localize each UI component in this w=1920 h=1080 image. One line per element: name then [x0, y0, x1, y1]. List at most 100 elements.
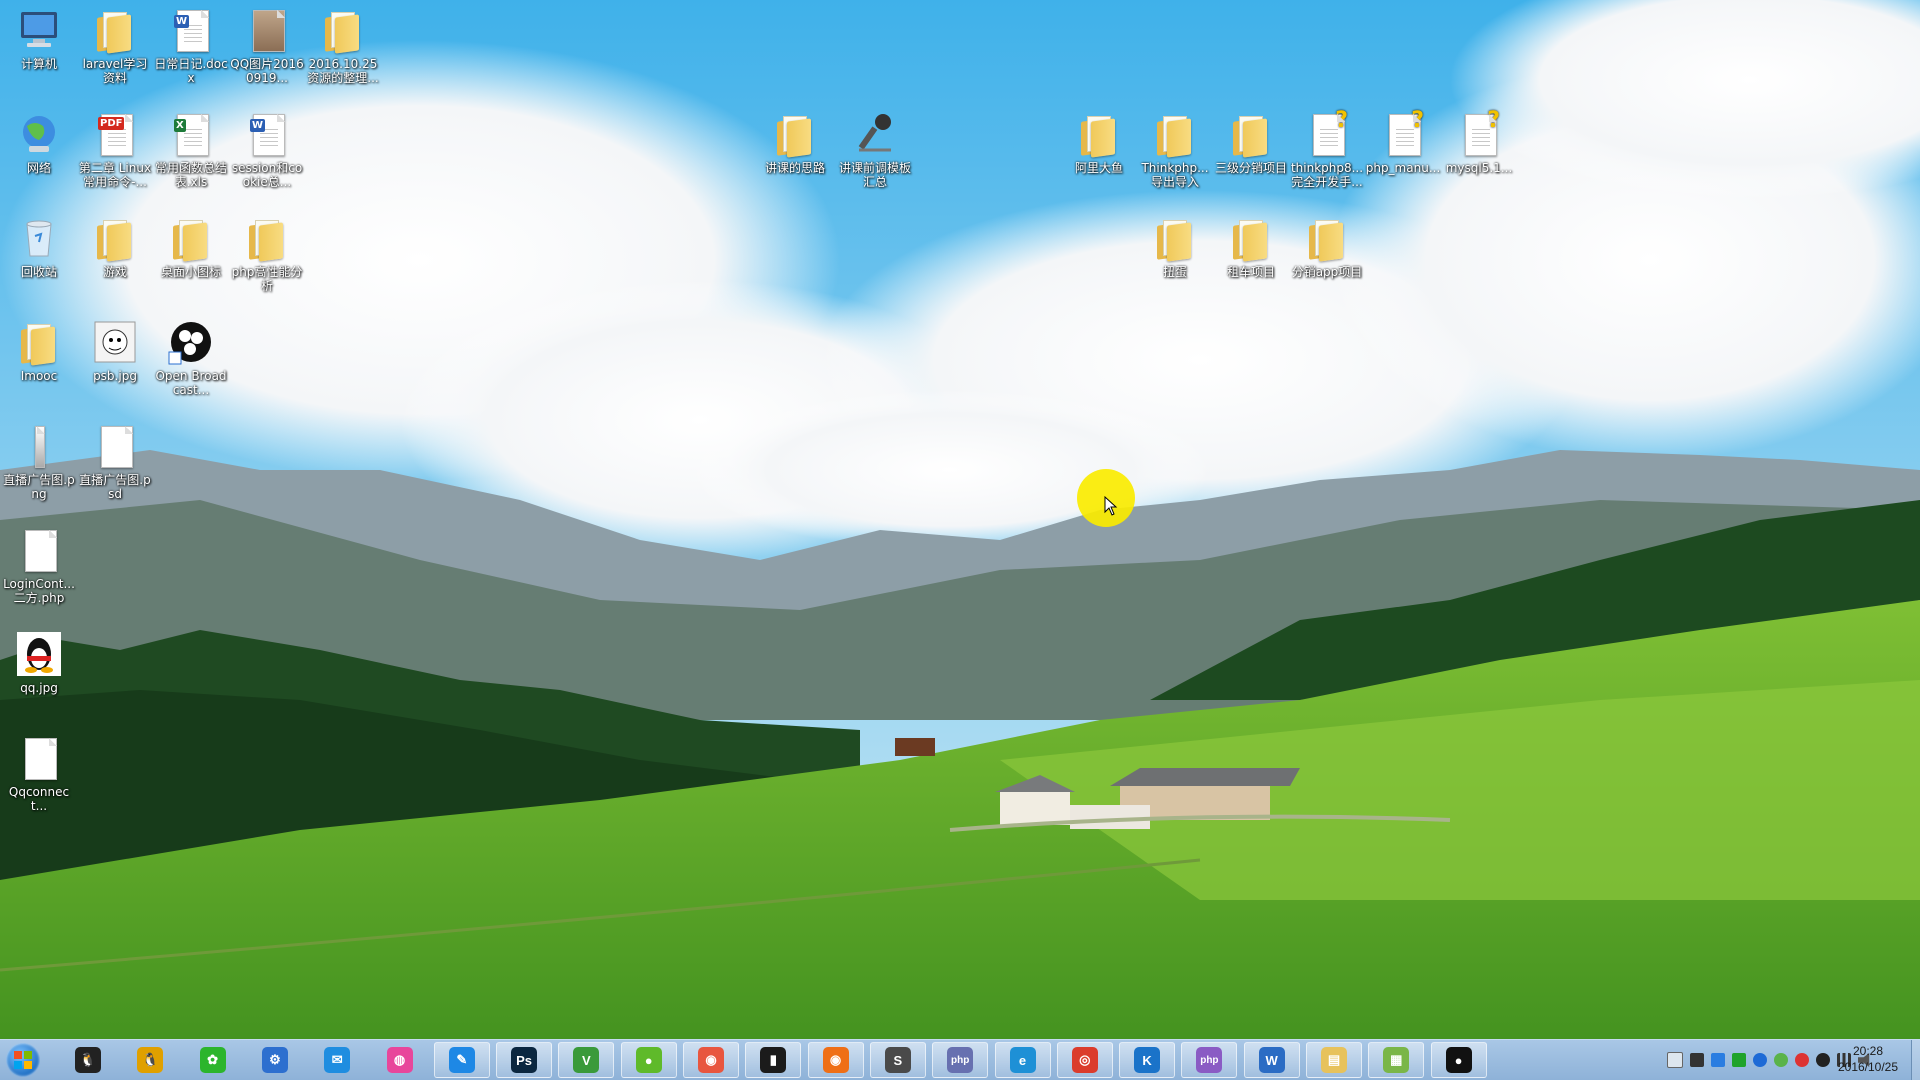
- icon-glyph: [1151, 214, 1199, 262]
- desktop-icon-label: 2016.10.25 资源的整理...: [307, 57, 379, 85]
- desktop-icon-folder[interactable]: 三级分销项目: [1213, 110, 1289, 175]
- icon-glyph: PDF: [91, 110, 139, 158]
- taskbar-obs-button[interactable]: ●: [1430, 1042, 1487, 1078]
- taskbar-browser-green-button[interactable]: ●: [620, 1042, 677, 1078]
- desktop-icon-label: 回收站: [20, 265, 57, 279]
- tray-green-icon[interactable]: [1732, 1053, 1746, 1067]
- start-button[interactable]: [6, 1043, 40, 1077]
- folder-icon: [1309, 220, 1345, 262]
- desktop-icon-blank[interactable]: 直播广告图.psd: [77, 422, 153, 501]
- phpstorm-icon: php: [1196, 1047, 1223, 1073]
- desktop-icon-excel[interactable]: X 常用函数总结表.xls: [153, 110, 229, 189]
- desktop-icon-folder[interactable]: 2016.10.25 资源的整理...: [305, 6, 381, 85]
- taskbar-sublime-button[interactable]: S: [869, 1042, 926, 1078]
- desktop-icon-label: laravel学习资料: [82, 57, 148, 85]
- desktop-icon-label: qq.jpg: [20, 681, 58, 695]
- icon-glyph: [15, 110, 63, 158]
- taskbar-wechat-button[interactable]: ✿: [185, 1042, 241, 1078]
- desktop-icon-help[interactable]: ? thinkphp8...完全开发手...: [1289, 108, 1365, 189]
- taskbar-php-tool-button[interactable]: php: [932, 1042, 989, 1078]
- help-file-icon: ?: [1313, 108, 1348, 156]
- desktop-icon-folder[interactable]: 游戏: [77, 214, 153, 279]
- obs-icon: [168, 322, 211, 365]
- taskbar-media-button[interactable]: ◍: [372, 1042, 428, 1078]
- desktop-icon-label: 分销app项目: [1291, 265, 1363, 279]
- mouse-cursor-icon: [1104, 496, 1118, 516]
- taskbar-terminal-button[interactable]: ▮: [745, 1042, 802, 1078]
- desktop-icon-folder[interactable]: php高性能分析: [229, 214, 305, 293]
- qq-tray-icon[interactable]: [1795, 1053, 1809, 1067]
- desktop-icon-blank[interactable]: LoginCont...二方.php: [1, 526, 77, 605]
- desktop-icon-label: QQ图片20160919...: [230, 57, 304, 85]
- desktop-icon-folder[interactable]: 租车项目: [1213, 214, 1289, 279]
- taskbar-store-button[interactable]: ✉: [309, 1042, 365, 1078]
- terminal-icon: ▮: [760, 1047, 787, 1073]
- desktop-icon-obs[interactable]: Open Broadcast...: [153, 318, 229, 397]
- tray-dot-icon[interactable]: [1774, 1053, 1788, 1067]
- desktop-icon-folder[interactable]: 讲课的思路: [757, 110, 833, 175]
- chart-app-icon: ▦: [1383, 1047, 1410, 1073]
- icon-glyph: [1151, 110, 1199, 158]
- taskbar-chart-app-button[interactable]: ▦: [1368, 1042, 1425, 1078]
- taskbar-qq-button[interactable]: 🐧: [60, 1042, 116, 1078]
- taskbar-word-button[interactable]: W: [1243, 1042, 1300, 1078]
- icon-glyph: W: [167, 6, 215, 54]
- desktop-icon-word[interactable]: W 日常日记.docx: [153, 6, 229, 85]
- taskbar-qq-2-button[interactable]: 🐧: [122, 1042, 178, 1078]
- icon-glyph: [91, 214, 139, 262]
- desktop-icon-label: php_manu...: [1365, 161, 1441, 175]
- file-icon: [25, 738, 57, 780]
- taskbar-ie-button[interactable]: e: [994, 1042, 1051, 1078]
- shield-icon[interactable]: [1711, 1053, 1725, 1067]
- store-icon: ✉: [324, 1047, 351, 1073]
- taskbar-snail-button[interactable]: ◉: [683, 1042, 739, 1078]
- icon-glyph: ?: [1303, 108, 1351, 158]
- media-icon: ◍: [386, 1047, 413, 1073]
- icon-glyph: [1303, 214, 1351, 262]
- taskbar-photoshop-button[interactable]: Ps: [496, 1042, 553, 1078]
- desktop-icon-pdf[interactable]: PDF 第二章 Linux 常用命令-...: [77, 110, 153, 189]
- desktop-icon-network[interactable]: 网络: [1, 110, 77, 175]
- taskbar-edit-tool-button[interactable]: ✎: [433, 1042, 490, 1078]
- desktop-icon-mic[interactable]: 讲课前调模板汇总: [837, 110, 913, 189]
- taskbar-vim-button[interactable]: V: [558, 1042, 615, 1078]
- taskbar-network-tool-button[interactable]: ⚙: [247, 1042, 303, 1078]
- desktop-icon-image[interactable]: QQ图片20160919...: [229, 6, 305, 85]
- folder-icon: [777, 116, 813, 158]
- clock-date: 2016/10/25: [1837, 1060, 1899, 1074]
- desktop-icon-folder[interactable]: Thinkphp...导出导入: [1137, 110, 1213, 189]
- taskbar-firefox-button[interactable]: ◉: [807, 1042, 864, 1078]
- desktop-icon-blank[interactable]: Qqconnect...: [1, 734, 77, 813]
- show-desktop-button[interactable]: [1911, 1040, 1920, 1080]
- taskbar-chrome-button[interactable]: ◎: [1056, 1042, 1113, 1078]
- desktop-icon-recycle[interactable]: 回收站: [1, 214, 77, 279]
- desktop-icon-folder[interactable]: laravel学习资料: [77, 6, 153, 85]
- desktop-icon-computer[interactable]: 计算机: [1, 6, 77, 71]
- icon-glyph: [91, 422, 139, 470]
- taskbar-explorer-button[interactable]: ▤: [1306, 1042, 1362, 1078]
- desktop-icon-image-face[interactable]: psb.jpg: [77, 318, 153, 383]
- taskbar-k-app-button[interactable]: K: [1119, 1042, 1176, 1078]
- desktop-icon-png[interactable]: 直播广告图.png: [1, 422, 77, 501]
- desktop-icon-folder[interactable]: 桌面小图标: [153, 214, 229, 279]
- desktop-icon-folder[interactable]: Imooc: [1, 318, 77, 383]
- desktop-icon-word[interactable]: Wsession和cookie总...: [229, 110, 305, 189]
- meme-image-icon: [94, 321, 136, 363]
- obs-icon: ●: [1445, 1047, 1472, 1073]
- desktop-icon-label: 三级分销项目: [1214, 161, 1287, 175]
- taskbar-phpstorm-button[interactable]: php: [1181, 1042, 1238, 1078]
- desktop-icon-folder[interactable]: 阿里大鱼: [1061, 110, 1137, 175]
- desktop-icon-help[interactable]: ? mysql5.1...: [1441, 108, 1517, 175]
- keyboard-icon[interactable]: [1667, 1052, 1683, 1068]
- clock[interactable]: 20:28 2016/10/25: [1828, 1043, 1908, 1075]
- desktop-icon-label: 第二章 Linux 常用命令-...: [78, 161, 152, 189]
- folder-icon: [97, 12, 133, 54]
- icon-glyph: [1227, 214, 1275, 262]
- desktop-icon-help[interactable]: ? php_manu...: [1365, 108, 1441, 175]
- file-icon: [25, 530, 57, 572]
- desktop-icon-qq[interactable]: qq.jpg: [1, 630, 77, 695]
- tray-blue-icon[interactable]: [1753, 1053, 1767, 1067]
- desktop-icon-folder[interactable]: 分销app项目: [1289, 214, 1365, 279]
- tray-app-icon[interactable]: [1690, 1053, 1704, 1067]
- desktop-icon-folder[interactable]: 扭蛋: [1137, 214, 1213, 279]
